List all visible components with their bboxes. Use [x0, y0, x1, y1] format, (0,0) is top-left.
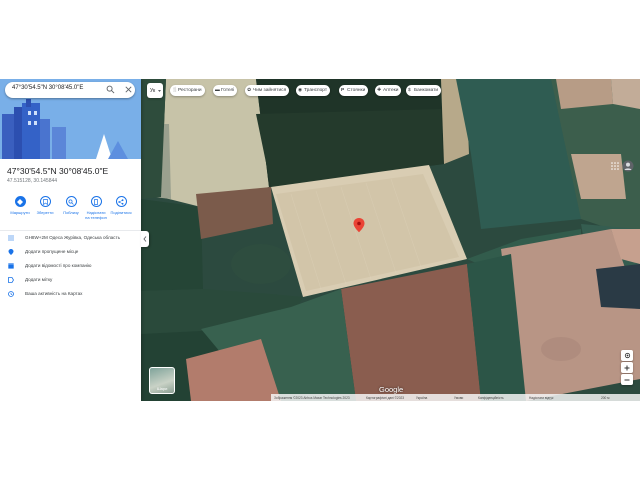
plus-icon [624, 365, 630, 370]
chip-transit[interactable]: ◉ Транспорт [296, 85, 331, 96]
plus-code-icon [8, 235, 14, 241]
map-data-attribution: Картографічні дані ©2023 [366, 395, 405, 400]
my-location-icon [624, 352, 630, 359]
place-title: 47°30'54.5"N 30°08'45.0"E [7, 166, 109, 176]
search-box[interactable]: 47°30'54.5"N 30°08'45.0"E [5, 82, 135, 98]
history-icon [8, 291, 14, 297]
chevron-left-icon [143, 236, 147, 242]
my-location-button[interactable] [621, 350, 633, 361]
feedback-link[interactable]: Надіслати відгук [529, 396, 553, 400]
country-link[interactable]: Україна [416, 396, 427, 400]
parking-icon: P [341, 88, 345, 93]
plus-code-row[interactable]: GH8W+2M Одеса Журівка, Одеська область [8, 234, 138, 244]
add-missing-place-row[interactable]: Додати пропущене місце [8, 248, 138, 258]
zoom-in-button[interactable] [621, 362, 633, 373]
directions-button[interactable]: Маршрути [8, 196, 32, 215]
maps-activity-row[interactable]: Ваша активність на Картах [8, 290, 138, 300]
add-label-row[interactable]: Додати мітку [8, 276, 138, 286]
account-avatar-icon[interactable] [622, 160, 634, 172]
terms-link[interactable]: Умови [454, 396, 463, 400]
nearby-icon [68, 199, 74, 205]
language-selector[interactable]: Ук [147, 83, 163, 98]
chip-restaurants[interactable]: 🍴 Ресторани [170, 85, 205, 96]
place-coordinates: 47.515128, 30.145844 [7, 178, 58, 184]
google-logo: Google [379, 385, 404, 394]
share-button[interactable]: Поділитися [109, 196, 133, 215]
map-controls [621, 350, 633, 386]
layers-toggle[interactable]: Шари [149, 367, 175, 394]
scale-label: 200 м [601, 395, 610, 400]
restaurant-icon: 🍴 [172, 88, 178, 93]
add-place-icon [8, 249, 14, 255]
minus-icon [624, 379, 630, 380]
chip-atms[interactable]: $ Банкомати [406, 85, 442, 96]
atm-icon: $ [408, 88, 411, 93]
nearby-button[interactable]: Поблизу [59, 196, 83, 215]
share-icon [118, 198, 124, 205]
search-icon[interactable] [106, 85, 115, 94]
chip-pharmacies[interactable]: ✚ Аптеки [375, 85, 402, 96]
label-icon [8, 277, 14, 283]
add-business-icon [8, 263, 14, 269]
side-panel: 47°30'54.5"N 30°08'45.0"E 47°30'54.5"N 3… [0, 79, 141, 401]
map-footer: Зображення ©2023 Airbus Maxar Technologi… [271, 394, 640, 401]
zoom-out-button[interactable] [621, 374, 633, 385]
search-input[interactable]: 47°30'54.5"N 30°08'45.0"E [12, 85, 83, 91]
directions-icon [17, 198, 23, 205]
send-to-phone-button[interactable]: Надіслати на телефон [84, 196, 108, 220]
bookmark-icon [42, 198, 48, 205]
chip-hotels[interactable]: ▬ Готелі [213, 85, 238, 96]
send-to-phone-label: Надіслати на телефон [85, 210, 107, 220]
phone-icon [94, 198, 98, 205]
satellite-map[interactable] [141, 79, 640, 401]
save-button[interactable]: Зберегти [33, 196, 57, 215]
collapse-panel-button[interactable] [141, 231, 149, 247]
add-business-row[interactable]: Додати відомості про компанію [8, 262, 138, 272]
chip-parking[interactable]: P Стоянки [339, 85, 369, 96]
transit-icon: ◉ [298, 88, 303, 93]
activity-icon: ✿ [247, 88, 252, 93]
chevron-down-icon [158, 90, 161, 92]
maps-app: 47°30'54.5"N 30°08'45.0"E 47°30'54.5"N 3… [0, 79, 640, 401]
chip-things-to-do[interactable]: ✿ Чим зайнятися [245, 85, 290, 96]
privacy-link[interactable]: Конфіденційність [478, 396, 504, 400]
pharmacy-icon: ✚ [377, 88, 382, 93]
imagery-attribution: Зображення ©2023 Airbus Maxar Technologi… [274, 395, 350, 400]
close-icon[interactable] [124, 85, 133, 94]
hotel-icon: ▬ [215, 88, 220, 93]
apps-grid-icon[interactable] [611, 162, 619, 170]
satellite-imagery[interactable] [141, 79, 640, 401]
panel-divider [0, 230, 141, 231]
action-buttons: Маршрути Зберегти Поблизу Надіслати на те… [4, 196, 138, 226]
